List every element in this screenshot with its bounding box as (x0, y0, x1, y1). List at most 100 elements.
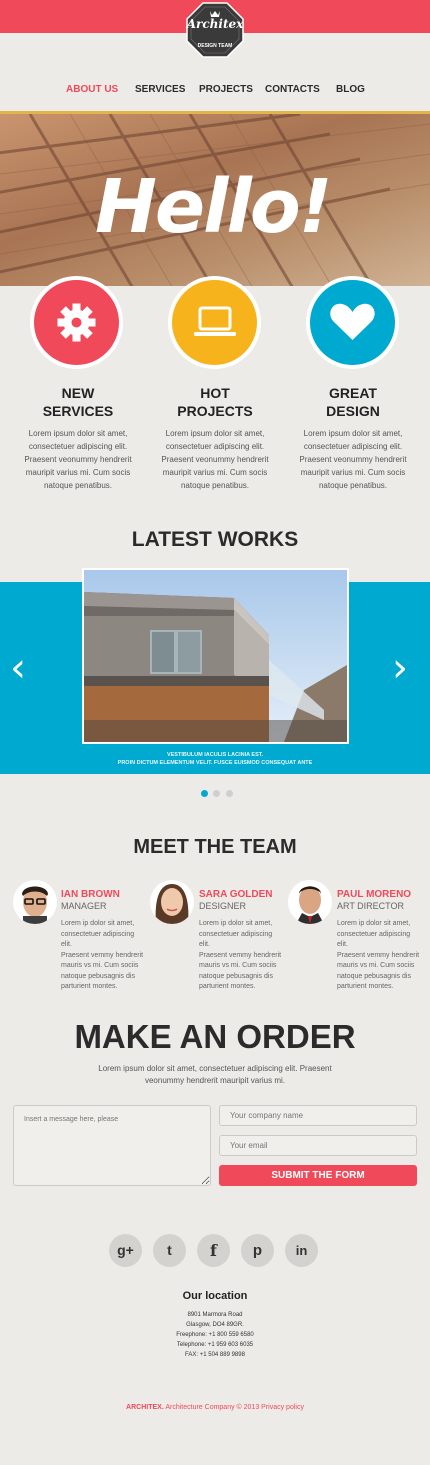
latest-works-title: LATEST WORKS (131, 528, 299, 551)
linkedin-icon[interactable]: in (285, 1234, 318, 1267)
feature-title-line: HOT (200, 385, 230, 401)
member-name-ian: IAN BROWN (61, 889, 120, 900)
nav-about-us[interactable]: ABOUT US (66, 84, 118, 95)
feature-title-projects: HOT PROJECTS (145, 384, 285, 420)
text-line: consectetuer adipiscing elit. (337, 930, 411, 949)
pinterest-icon[interactable]: p (241, 1234, 274, 1267)
text-line: natoque pebusagnis dis (337, 972, 411, 980)
text-line: Lorem ipsum dolor sit amet, (165, 429, 265, 438)
feature-title-line: DESIGN (326, 403, 380, 419)
text-line: consectetuer adipiscing elit. (199, 930, 273, 949)
text-line: Lorem ip dolor sit amet, (337, 920, 411, 927)
member-text-ian: Lorem ip dolor sit amet, consectetuer ad… (61, 919, 146, 993)
footer-copyright[interactable]: Architecture Company © 2013 Privacy poli… (164, 1404, 304, 1411)
slider-dot-1[interactable] (201, 790, 208, 797)
text-line: Lorem ip dolor sit amet, (61, 920, 135, 927)
text-line: Praesent vemmy hendrerit (337, 951, 420, 959)
telephone-line: Telephone: +1 959 603 6035 (176, 1342, 254, 1348)
text-line: natoque penatibus. (43, 481, 113, 490)
text-line: parturient montes. (337, 983, 394, 990)
member-role-ian: MANAGER (61, 901, 107, 911)
team-title: MEET THE TEAM (133, 836, 297, 858)
text-line: parturient montes. (199, 983, 256, 990)
member-name-sara: SARA GOLDEN (199, 889, 273, 900)
slide-caption-line2: PROIN DICTUM ELEMENTUM VELIT. FUSCE EUIS… (117, 760, 313, 766)
logo[interactable]: Architex DESIGN TEAM (185, 0, 245, 60)
fax-line: FAX: +1 504 889 9898 (185, 1352, 245, 1358)
slider-dot-3[interactable] (225, 790, 233, 797)
person-icon (13, 880, 57, 924)
feature-circle-design[interactable] (306, 276, 399, 369)
feature-title-line: GREAT (329, 385, 377, 401)
company-name-field[interactable] (219, 1105, 417, 1126)
slider-next-arrow[interactable]: › (392, 645, 408, 691)
slider-pagination (201, 784, 234, 802)
order-description: Lorem ipsum dolor sit amet, consectetuer… (0, 1063, 430, 1087)
text-line: Lorem ipsum dolor sit amet, (303, 429, 403, 438)
nav-services[interactable]: SERVICES (135, 84, 185, 95)
text-line: Praesent veonummy hendrerit (24, 455, 132, 464)
text-line: consectetuer adipiscing elit. (303, 442, 403, 451)
person-icon (150, 880, 194, 924)
person-icon (288, 880, 332, 924)
feature-title-line: SERVICES (42, 403, 114, 419)
text-line: natoque pebusagnis dis (199, 972, 273, 980)
email-field[interactable] (219, 1135, 417, 1156)
text-line: mauripit varius mi. Cum socis (162, 468, 268, 477)
laptop-icon (194, 306, 236, 336)
member-name-paul: PAUL MORENO (337, 889, 412, 900)
heart-icon (330, 303, 375, 340)
member-text-paul: Lorem ip dolor sit amet, consectetuer ad… (337, 919, 422, 993)
hero-title: Hello! (95, 164, 332, 250)
text-line: natoque pebusagnis dis (61, 972, 135, 980)
text-line: consectetuer adipiscing elit. (28, 442, 128, 451)
logo-tagline: DESIGN TEAM (197, 43, 233, 49)
slider-dot-2[interactable] (213, 790, 221, 797)
footer: ARCHITEX. Architecture Company © 2013 Pr… (0, 1404, 430, 1411)
text-line: Praesent vemmy hendrerit (199, 951, 282, 959)
submit-form-button[interactable]: SUBMIT THE FORM (219, 1165, 417, 1186)
main-nav: ABOUT US SERVICES PROJECTS CONTACTS BLOG (0, 84, 430, 100)
order-title: MAKE AN ORDER (74, 1018, 356, 1055)
address-line: 8901 Marmora Road (187, 1312, 243, 1318)
text-line: Lorem ip dolor sit amet, (199, 920, 273, 927)
feature-circle-services[interactable] (30, 276, 123, 369)
slider-prev-arrow[interactable]: ‹ (10, 645, 26, 691)
text-line: natoque penatibus. (318, 481, 388, 490)
text-line: mauris vs mi. Cum sociis (199, 962, 277, 969)
feature-text-projects: Lorem ipsum dolor sit amet, consectetuer… (145, 427, 285, 492)
text-line: Praesent veonummy hendrerit (161, 455, 269, 464)
member-role-sara: DESIGNER (199, 901, 247, 911)
facebook-icon[interactable]: f (197, 1234, 230, 1267)
feature-text-services: Lorem ipsum dolor sit amet, consectetuer… (8, 427, 148, 492)
twitter-icon[interactable]: t (153, 1234, 186, 1267)
google-plus-icon[interactable]: g+ (109, 1234, 142, 1267)
feature-title-line: PROJECTS (177, 403, 253, 419)
avatar-sara-golden (150, 880, 194, 924)
text-line: veonummy hendrerit mauripit varius mi. (144, 1076, 286, 1085)
footer-brand[interactable]: ARCHITEX. (126, 1404, 164, 1411)
works-slide[interactable] (82, 568, 349, 744)
nav-contacts[interactable]: CONTACTS (265, 84, 320, 95)
text-line: Praesent vemmy hendrerit (61, 951, 144, 959)
slide-caption-line1: VESTIBULUM IACULIS LACINIA EST. (166, 752, 264, 758)
feature-circle-projects[interactable] (168, 276, 261, 369)
text-line: mauris vs mi. Cum sociis (61, 962, 139, 969)
message-field[interactable] (13, 1105, 211, 1186)
avatar-ian-brown (13, 880, 57, 924)
avatar-paul-moreno (288, 880, 332, 924)
text-line: mauripit varius mi. Cum socis (300, 468, 406, 477)
feature-title-services: NEW SERVICES (8, 384, 148, 420)
location-title: Our location (182, 1290, 248, 1302)
building-photo (84, 570, 347, 742)
text-line: consectetuer adipiscing elit. (165, 442, 265, 451)
text-line: mauripit varius mi. Cum socis (25, 468, 131, 477)
feature-title-design: GREAT DESIGN (283, 384, 423, 420)
text-line: natoque penatibus. (180, 481, 250, 490)
text-line: parturient montes. (61, 983, 118, 990)
nav-blog[interactable]: BLOG (336, 84, 365, 95)
nav-projects[interactable]: PROJECTS (199, 84, 253, 95)
feature-title-line: NEW (61, 385, 95, 401)
logo-text: Architex (186, 17, 244, 31)
gear-icon (57, 303, 96, 342)
